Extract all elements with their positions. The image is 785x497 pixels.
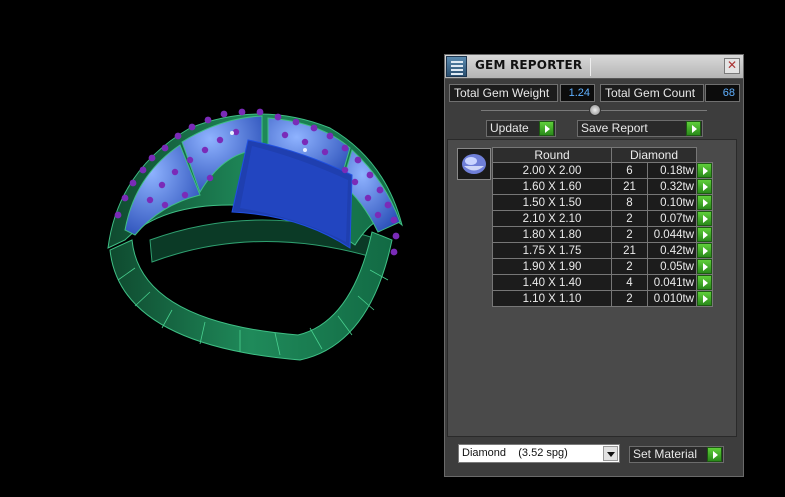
play-arrow-icon[interactable] (539, 121, 554, 136)
gem-count: 2 (611, 226, 648, 243)
material-column-header: Diamond (611, 147, 697, 163)
panel-title: GEM REPORTER (475, 58, 583, 72)
gem-size: 1.10 X 1.10 (492, 290, 612, 307)
gem-size: 1.60 X 1.60 (492, 178, 612, 195)
table-row[interactable]: 1.50 X 1.50 8 0.10tw (492, 194, 713, 211)
gem-count: 4 (611, 274, 648, 291)
gem-count: 2 (611, 258, 648, 275)
table-row[interactable]: 1.75 X 1.75 21 0.42tw (492, 242, 713, 259)
gem-count: 6 (611, 162, 648, 179)
chevron-down-icon[interactable] (603, 446, 618, 461)
gem-weight: 0.05tw (647, 258, 697, 275)
material-select-value: Diamond (3.52 spg) (462, 447, 568, 459)
gem-weight: 0.32tw (647, 178, 697, 195)
gem-count: 2 (611, 210, 648, 227)
round-gem-icon (457, 148, 491, 180)
play-arrow-icon[interactable] (697, 259, 712, 274)
play-arrow-icon[interactable] (697, 211, 712, 226)
update-button[interactable]: Update (486, 120, 556, 137)
table-row[interactable]: 1.10 X 1.10 2 0.010tw (492, 290, 713, 307)
play-arrow-icon[interactable] (686, 121, 701, 136)
save-report-label: Save Report (581, 121, 648, 135)
gem-count: 21 (611, 242, 648, 259)
table-row[interactable]: 2.00 X 2.00 6 0.18tw (492, 162, 713, 179)
total-gem-count-label: Total Gem Count (600, 84, 704, 102)
gem-reporter-panel: GEM REPORTER ✕ Total Gem Weight 1.24 Tot… (444, 54, 744, 477)
table-row[interactable]: 1.90 X 1.90 2 0.05tw (492, 258, 713, 275)
play-arrow-icon[interactable] (697, 227, 712, 242)
gem-count: 8 (611, 194, 648, 211)
gem-weight: 0.42tw (647, 242, 697, 259)
ring-model (107, 108, 403, 361)
gem-weight: 0.10tw (647, 194, 697, 211)
material-select[interactable]: Diamond (3.52 spg) (458, 444, 620, 463)
gem-size: 2.00 X 2.00 (492, 162, 612, 179)
gem-weight: 0.010tw (647, 290, 697, 307)
gem-size: 1.75 X 1.75 (492, 242, 612, 259)
play-arrow-icon[interactable] (707, 447, 722, 462)
table-row[interactable]: 1.80 X 1.80 2 0.044tw (492, 226, 713, 243)
total-gem-weight-value: 1.24 (560, 84, 595, 102)
3d-viewport[interactable] (0, 0, 440, 497)
gem-weight: 0.07tw (647, 210, 697, 227)
set-material-button[interactable]: Set Material (629, 446, 724, 463)
gem-table: Round Diamond 2.00 X 2.00 6 0.18tw 1.60 … (492, 147, 713, 307)
gem-size: 2.10 X 2.10 (492, 210, 612, 227)
save-report-button[interactable]: Save Report (577, 120, 703, 137)
play-arrow-icon[interactable] (697, 275, 712, 290)
gem-weight: 0.041tw (647, 274, 697, 291)
slider-handle[interactable] (589, 104, 601, 116)
gem-list-area: Round Diamond 2.00 X 2.00 6 0.18tw 1.60 … (447, 139, 737, 437)
gem-weight: 0.044tw (647, 226, 697, 243)
update-label: Update (490, 121, 529, 135)
total-gem-weight-label: Total Gem Weight (449, 84, 558, 102)
gem-weight: 0.18tw (647, 162, 697, 179)
gem-count: 2 (611, 290, 648, 307)
play-arrow-icon[interactable] (697, 243, 712, 258)
gem-size: 1.40 X 1.40 (492, 274, 612, 291)
total-gem-count-value: 68 (705, 84, 740, 102)
play-arrow-icon[interactable] (697, 179, 712, 194)
play-arrow-icon[interactable] (697, 163, 712, 178)
set-material-label: Set Material (633, 447, 698, 461)
shape-column-header: Round (492, 147, 612, 163)
close-icon[interactable]: ✕ (724, 58, 740, 74)
table-row[interactable]: 2.10 X 2.10 2 0.07tw (492, 210, 713, 227)
gem-size: 1.90 X 1.90 (492, 258, 612, 275)
gem-reporter-app-icon (446, 56, 467, 77)
table-row[interactable]: 1.40 X 1.40 4 0.041tw (492, 274, 713, 291)
gem-size: 1.50 X 1.50 (492, 194, 612, 211)
title-separator (590, 58, 591, 76)
title-bar[interactable]: GEM REPORTER ✕ (445, 55, 743, 79)
gem-size: 1.80 X 1.80 (492, 226, 612, 243)
table-row[interactable]: 1.60 X 1.60 21 0.32tw (492, 178, 713, 195)
play-arrow-icon[interactable] (697, 195, 712, 210)
gem-count: 21 (611, 178, 648, 195)
play-arrow-icon[interactable] (697, 291, 712, 306)
